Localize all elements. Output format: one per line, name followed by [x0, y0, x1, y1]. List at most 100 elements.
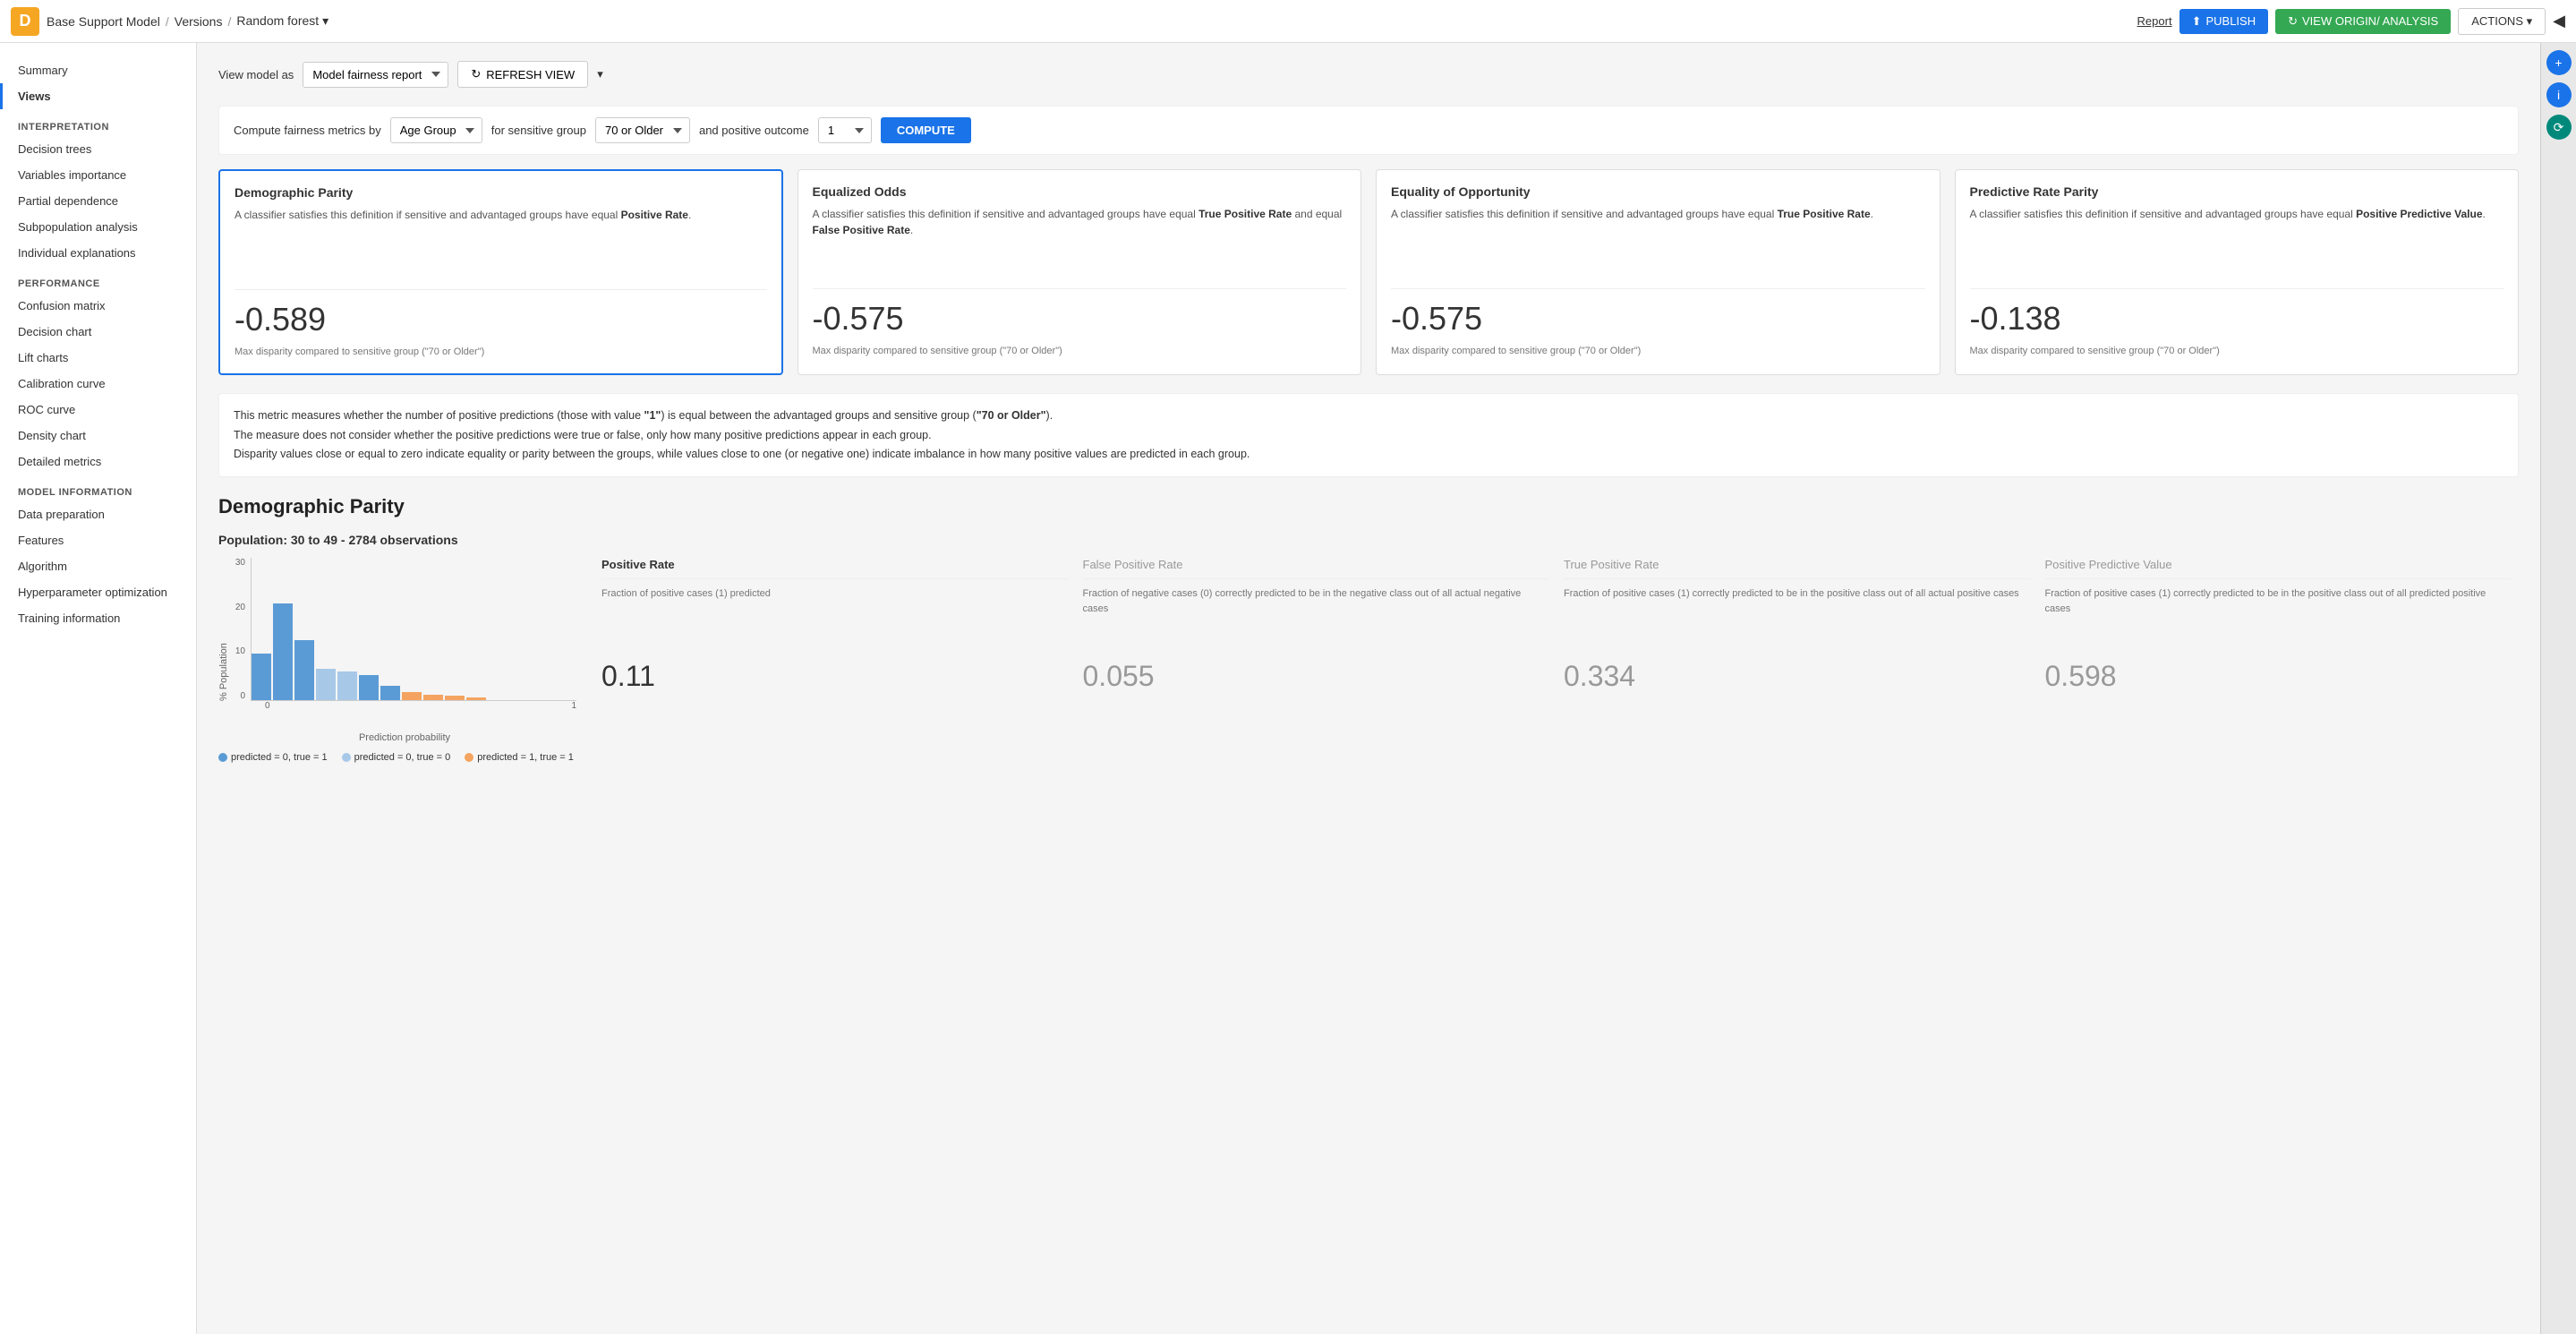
population-heading: Population: 30 to 49 - 2784 observations [218, 533, 2519, 547]
x-axis-label: Prediction probability [233, 732, 576, 743]
card-value: -0.575 [813, 300, 1347, 338]
bar [273, 603, 293, 700]
bar [402, 692, 422, 701]
sidebar-item-individual-explanations[interactable]: Individual explanations [0, 240, 196, 266]
card-equality-opportunity[interactable]: Equality of Opportunity A classifier sat… [1376, 169, 1941, 375]
card-divider [1391, 288, 1925, 289]
breadcrumb-base[interactable]: Base Support Model [47, 14, 160, 29]
legend-item-2: predicted = 1, true = 1 [465, 752, 574, 763]
sidebar-item-subpopulation[interactable]: Subpopulation analysis [0, 214, 196, 240]
sidebar-section-model-info: MODEL INFORMATION [0, 475, 196, 501]
x-axis-labels: 0 1 [265, 701, 576, 711]
bar [252, 654, 271, 700]
refresh-button[interactable]: ↻ REFRESH VIEW [457, 61, 588, 88]
breadcrumb: Base Support Model / Versions / Random f… [47, 13, 328, 29]
card-desc: A classifier satisfies this definition i… [235, 207, 767, 278]
card-desc: A classifier satisfies this definition i… [1391, 206, 1925, 278]
sidebar-item-training-info[interactable]: Training information [0, 605, 196, 631]
mt-desc-true-positive: Fraction of positive cases (1) correctly… [1564, 586, 2031, 649]
sidebar-item-views[interactable]: Views [0, 83, 196, 109]
sidebar-item-detailed-metrics[interactable]: Detailed metrics [0, 449, 196, 475]
content-area: View model as Model fairness report ↻ RE… [197, 43, 2540, 1334]
legend-color-0 [218, 753, 227, 762]
publish-button[interactable]: ⬆ PUBLISH [2179, 9, 2269, 34]
mt-col-false-positive: False Positive Rate Fraction of negative… [1076, 558, 1557, 693]
y-axis: 30 20 10 0 [218, 558, 245, 701]
card-demographic-parity[interactable]: Demographic Parity A classifier satisfie… [218, 169, 783, 375]
side-sync-button[interactable]: ⟳ [2546, 115, 2572, 140]
actions-button[interactable]: ACTIONS ▾ [2458, 8, 2546, 35]
toolbar-view: View model as Model fairness report ↻ RE… [218, 61, 2519, 88]
topnav: D Base Support Model / Versions / Random… [0, 0, 2576, 43]
sidebar-item-confusion-matrix[interactable]: Confusion matrix [0, 293, 196, 319]
sidebar-item-lift-charts[interactable]: Lift charts [0, 345, 196, 371]
metric-by-select[interactable]: Age Group [390, 117, 482, 143]
mt-header-ppv: Positive Predictive Value [2045, 558, 2512, 579]
breadcrumb-versions[interactable]: Versions [175, 14, 223, 29]
side-panel: + i ⟳ [2540, 43, 2576, 1334]
bar [466, 697, 486, 700]
app-logo: D [11, 7, 39, 36]
card-title: Equalized Odds [813, 184, 1347, 199]
report-button[interactable]: Report [2137, 14, 2172, 28]
card-note: Max disparity compared to sensitive grou… [1970, 345, 2504, 358]
toolbar-compute: Compute fairness metrics by Age Group fo… [218, 106, 2519, 155]
sidebar-item-decision-chart[interactable]: Decision chart [0, 319, 196, 345]
view-model-select[interactable]: Model fairness report [303, 62, 448, 88]
chart-bars [251, 558, 576, 701]
card-title: Demographic Parity [235, 185, 767, 200]
sidebar: Summary Views INTERPRETATION Decision tr… [0, 43, 197, 1334]
sensitive-group-select[interactable]: 70 or Older [595, 117, 690, 143]
description-block: This metric measures whether the number … [218, 393, 2519, 477]
sidebar-item-summary[interactable]: Summary [0, 57, 196, 83]
mt-desc-positive-rate: Fraction of positive cases (1) predicted [601, 586, 1069, 649]
card-predictive-rate[interactable]: Predictive Rate Parity A classifier sati… [1955, 169, 2520, 375]
card-divider [1970, 288, 2504, 289]
refresh-icon: ↻ [2288, 14, 2298, 29]
sidebar-item-density-chart[interactable]: Density chart [0, 423, 196, 449]
card-note: Max disparity compared to sensitive grou… [1391, 345, 1925, 358]
mt-value-false-positive: 0.055 [1083, 660, 1550, 693]
mt-col-ppv: Positive Predictive Value Fraction of po… [2038, 558, 2520, 693]
vieworigin-button[interactable]: ↻ VIEW ORIGIN/ ANALYSIS [2275, 9, 2451, 34]
bar-chart: % Population 30 20 10 0 [218, 558, 576, 763]
positive-outcome-label: and positive outcome [699, 124, 809, 137]
sidebar-section-performance: PERFORMANCE [0, 266, 196, 293]
sidebar-item-hyperparameter[interactable]: Hyperparameter optimization [0, 579, 196, 605]
sidebar-item-partial-dependence[interactable]: Partial dependence [0, 188, 196, 214]
sidebar-item-decision-trees[interactable]: Decision trees [0, 136, 196, 162]
card-equalized-odds[interactable]: Equalized Odds A classifier satisfies th… [798, 169, 1362, 375]
sidebar-item-calibration-curve[interactable]: Calibration curve [0, 371, 196, 397]
sidebar-item-algorithm[interactable]: Algorithm [0, 553, 196, 579]
side-info-button[interactable]: i [2546, 82, 2572, 107]
side-add-button[interactable]: + [2546, 50, 2572, 75]
mt-desc-ppv: Fraction of positive cases (1) correctly… [2045, 586, 2512, 649]
breadcrumb-model[interactable]: Random forest ▾ [236, 13, 328, 29]
sidebar-item-roc-curve[interactable]: ROC curve [0, 397, 196, 423]
mt-value-ppv: 0.598 [2045, 660, 2512, 693]
view-model-label: View model as [218, 68, 294, 81]
mt-header-positive-rate: Positive Rate [601, 558, 1069, 579]
card-desc: A classifier satisfies this definition i… [813, 206, 1347, 278]
section-title: Demographic Parity [218, 495, 2519, 518]
positive-outcome-select[interactable]: 1 [818, 117, 872, 143]
sidebar-item-data-preparation[interactable]: Data preparation [0, 501, 196, 527]
bar [337, 671, 357, 700]
sidebar-item-features[interactable]: Features [0, 527, 196, 553]
topnav-right: Report ⬆ PUBLISH ↻ VIEW ORIGIN/ ANALYSIS… [2137, 8, 2565, 35]
legend-color-2 [465, 753, 473, 762]
bar [423, 695, 443, 700]
bar [445, 696, 465, 700]
compute-button[interactable]: COMPUTE [881, 117, 971, 143]
mt-value-positive-rate: 0.11 [601, 660, 1069, 693]
bar [380, 686, 400, 700]
bar [316, 669, 336, 700]
compute-label: Compute fairness metrics by [234, 124, 381, 137]
legend-item-0: predicted = 0, true = 1 [218, 752, 328, 763]
sidebar-item-variables-importance[interactable]: Variables importance [0, 162, 196, 188]
chart-legend: predicted = 0, true = 1 predicted = 0, t… [218, 752, 576, 763]
back-button[interactable]: ◀ [2553, 12, 2565, 30]
refresh-icon: ↻ [471, 67, 481, 81]
card-title: Predictive Rate Parity [1970, 184, 2504, 199]
mt-desc-false-positive: Fraction of negative cases (0) correctly… [1083, 586, 1550, 649]
